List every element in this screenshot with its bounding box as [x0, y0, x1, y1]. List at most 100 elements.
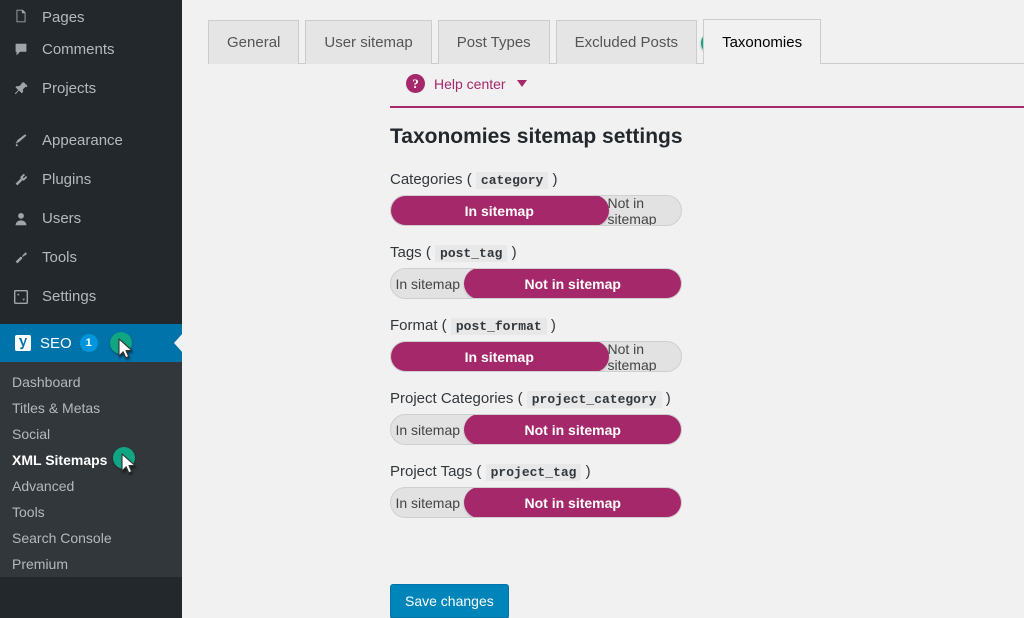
toggle-categories[interactable]: In sitemap Not in sitemap — [390, 195, 682, 226]
mouse-cursor-sitemaps — [121, 453, 136, 474]
sidebar-item-label: Comments — [42, 41, 115, 58]
field-format: Format ( post_format ) In sitemap Not in… — [390, 317, 1010, 372]
toggle-option-in-sitemap[interactable]: In sitemap — [391, 269, 465, 298]
submenu-item-xml-sitemaps[interactable]: XML Sitemaps — [0, 447, 182, 474]
toggle-project-categories[interactable]: In sitemap Not in sitemap — [390, 414, 682, 445]
field-slug: project_category — [526, 391, 662, 408]
field-label: Format ( post_format ) — [390, 317, 556, 335]
toggle-option-in-sitemap[interactable]: In sitemap — [391, 196, 609, 225]
projects-pin-icon — [12, 79, 38, 99]
field-tags: Tags ( post_tag ) In sitemap Not in site… — [390, 244, 1010, 299]
sidebar-item-label: SEO — [40, 334, 72, 352]
field-slug: project_tag — [485, 464, 582, 481]
tab-label: Excluded Posts — [574, 34, 679, 51]
toggle-option-not-in-sitemap[interactable]: Not in sitemap — [463, 269, 681, 298]
tab-taxonomies[interactable]: Taxonomies — [703, 19, 822, 65]
sidebar-item-label: Users — [42, 210, 82, 227]
submenu-item-label: Search Console — [12, 530, 112, 546]
tab-excluded-posts[interactable]: Excluded Posts — [555, 20, 698, 64]
toggle-option-in-sitemap[interactable]: In sitemap — [391, 488, 465, 517]
field-project-tags: Project Tags ( project_tag ) In sitemap … — [390, 463, 1010, 518]
toggle-tags[interactable]: In sitemap Not in sitemap — [390, 268, 682, 299]
toggle-option-not-in-sitemap[interactable]: Not in sitemap — [608, 196, 682, 225]
submenu-item-label: Advanced — [12, 478, 75, 494]
submenu-item-search-console[interactable]: Search Console — [0, 525, 182, 551]
question-mark-icon: ? — [406, 74, 425, 93]
sidebar-item-plugins[interactable]: Plugins — [0, 160, 182, 199]
sidebar-item-users[interactable]: Users — [0, 199, 182, 238]
field-categories: Categories ( category ) In sitemap Not i… — [390, 171, 1010, 226]
sidebar-item-label: Projects — [42, 80, 97, 97]
tab-general[interactable]: General — [208, 20, 300, 64]
sidebar-item-label: Plugins — [42, 171, 92, 188]
submenu-item-label: XML Sitemaps — [12, 452, 108, 468]
sidebar-item-tools[interactable]: Tools — [0, 238, 182, 277]
yoast-logo-icon — [12, 332, 34, 354]
field-name: Categories — [390, 171, 463, 188]
sidebar-item-label: Appearance — [42, 132, 123, 149]
chevron-down-icon — [516, 80, 527, 87]
users-icon — [12, 209, 38, 229]
plugins-plug-icon — [12, 170, 38, 190]
wordpress-admin-screen: Pages Comments Projects Appearance Plugi… — [0, 0, 1024, 618]
pages-icon — [12, 6, 38, 26]
tab-user-sitemap[interactable]: User sitemap — [305, 20, 432, 64]
toggle-option-not-in-sitemap[interactable]: Not in sitemap — [463, 415, 681, 444]
field-project-categories: Project Categories ( project_category ) … — [390, 390, 1010, 445]
sidebar-divider — [0, 108, 182, 121]
tab-label: General — [227, 34, 281, 51]
sidebar-item-projects[interactable]: Projects — [0, 69, 182, 108]
sidebar-item-label: Tools — [42, 249, 78, 266]
sidebar-item-settings[interactable]: Settings — [0, 277, 182, 316]
sidebar-active-arrow — [174, 333, 182, 353]
field-name: Project Tags — [390, 463, 473, 480]
sidebar-item-seo[interactable]: SEO 1 — [0, 324, 182, 362]
field-label: Tags ( post_tag ) — [390, 244, 517, 262]
sidebar-item-comments[interactable]: Comments — [0, 30, 182, 69]
field-slug: post_format — [450, 318, 547, 335]
field-slug: post_tag — [435, 245, 508, 262]
comments-icon — [12, 40, 38, 60]
settings-tab-strip: General User sitemap Post Types Excluded… — [182, 0, 1024, 65]
submenu-item-dashboard[interactable]: Dashboard — [0, 369, 182, 395]
admin-sidebar: Pages Comments Projects Appearance Plugi… — [0, 0, 182, 618]
page-title: Taxonomies sitemap settings — [390, 125, 683, 148]
save-changes-button[interactable]: Save changes — [390, 584, 509, 618]
help-center-label: Help center — [434, 75, 506, 92]
toggle-option-in-sitemap[interactable]: In sitemap — [391, 342, 609, 371]
sidebar-item-appearance[interactable]: Appearance — [0, 121, 182, 160]
field-label: Project Tags ( project_tag ) — [390, 463, 591, 481]
field-name: Tags — [390, 244, 422, 261]
submenu-item-advanced[interactable]: Advanced — [0, 473, 182, 499]
tab-label: Taxonomies — [722, 33, 803, 51]
tab-label: User sitemap — [324, 34, 413, 51]
submenu-item-titles-metas[interactable]: Titles & Metas — [0, 395, 182, 421]
submenu-item-label: Titles & Metas — [12, 400, 101, 416]
toggle-option-in-sitemap[interactable]: In sitemap — [391, 415, 465, 444]
submenu-item-premium[interactable]: Premium — [0, 551, 182, 577]
submenu-item-label: Dashboard — [12, 374, 81, 390]
main-content: General User sitemap Post Types Excluded… — [182, 0, 1024, 618]
field-slug: category — [475, 172, 549, 189]
tools-wrench-icon — [12, 248, 38, 268]
tab-post-types[interactable]: Post Types — [437, 20, 550, 64]
toggle-option-not-in-sitemap[interactable]: Not in sitemap — [463, 488, 681, 517]
submenu-item-tools[interactable]: Tools — [0, 499, 182, 525]
help-center-toggle[interactable]: ? Help center — [406, 74, 527, 93]
toggle-project-tags[interactable]: In sitemap Not in sitemap — [390, 487, 682, 518]
submenu-item-label: Tools — [12, 504, 45, 520]
field-name: Format — [390, 317, 438, 334]
mouse-cursor-seo — [118, 338, 133, 359]
tab-list: General User sitemap Post Types Excluded… — [208, 19, 827, 65]
submenu-item-social[interactable]: Social — [0, 421, 182, 447]
settings-sliders-icon — [12, 287, 38, 307]
sidebar-item-label: Pages — [42, 9, 85, 26]
toggle-format[interactable]: In sitemap Not in sitemap — [390, 341, 682, 372]
sidebar-item-pages[interactable]: Pages — [0, 0, 182, 30]
appearance-brush-icon — [12, 131, 38, 151]
field-label: Categories ( category ) — [390, 171, 558, 189]
toggle-option-not-in-sitemap[interactable]: Not in sitemap — [608, 342, 682, 371]
taxonomies-settings-form: Taxonomies sitemap settings Categories (… — [390, 125, 1010, 536]
submenu-item-label: Social — [12, 426, 51, 442]
field-name: Project Categories — [390, 390, 514, 407]
